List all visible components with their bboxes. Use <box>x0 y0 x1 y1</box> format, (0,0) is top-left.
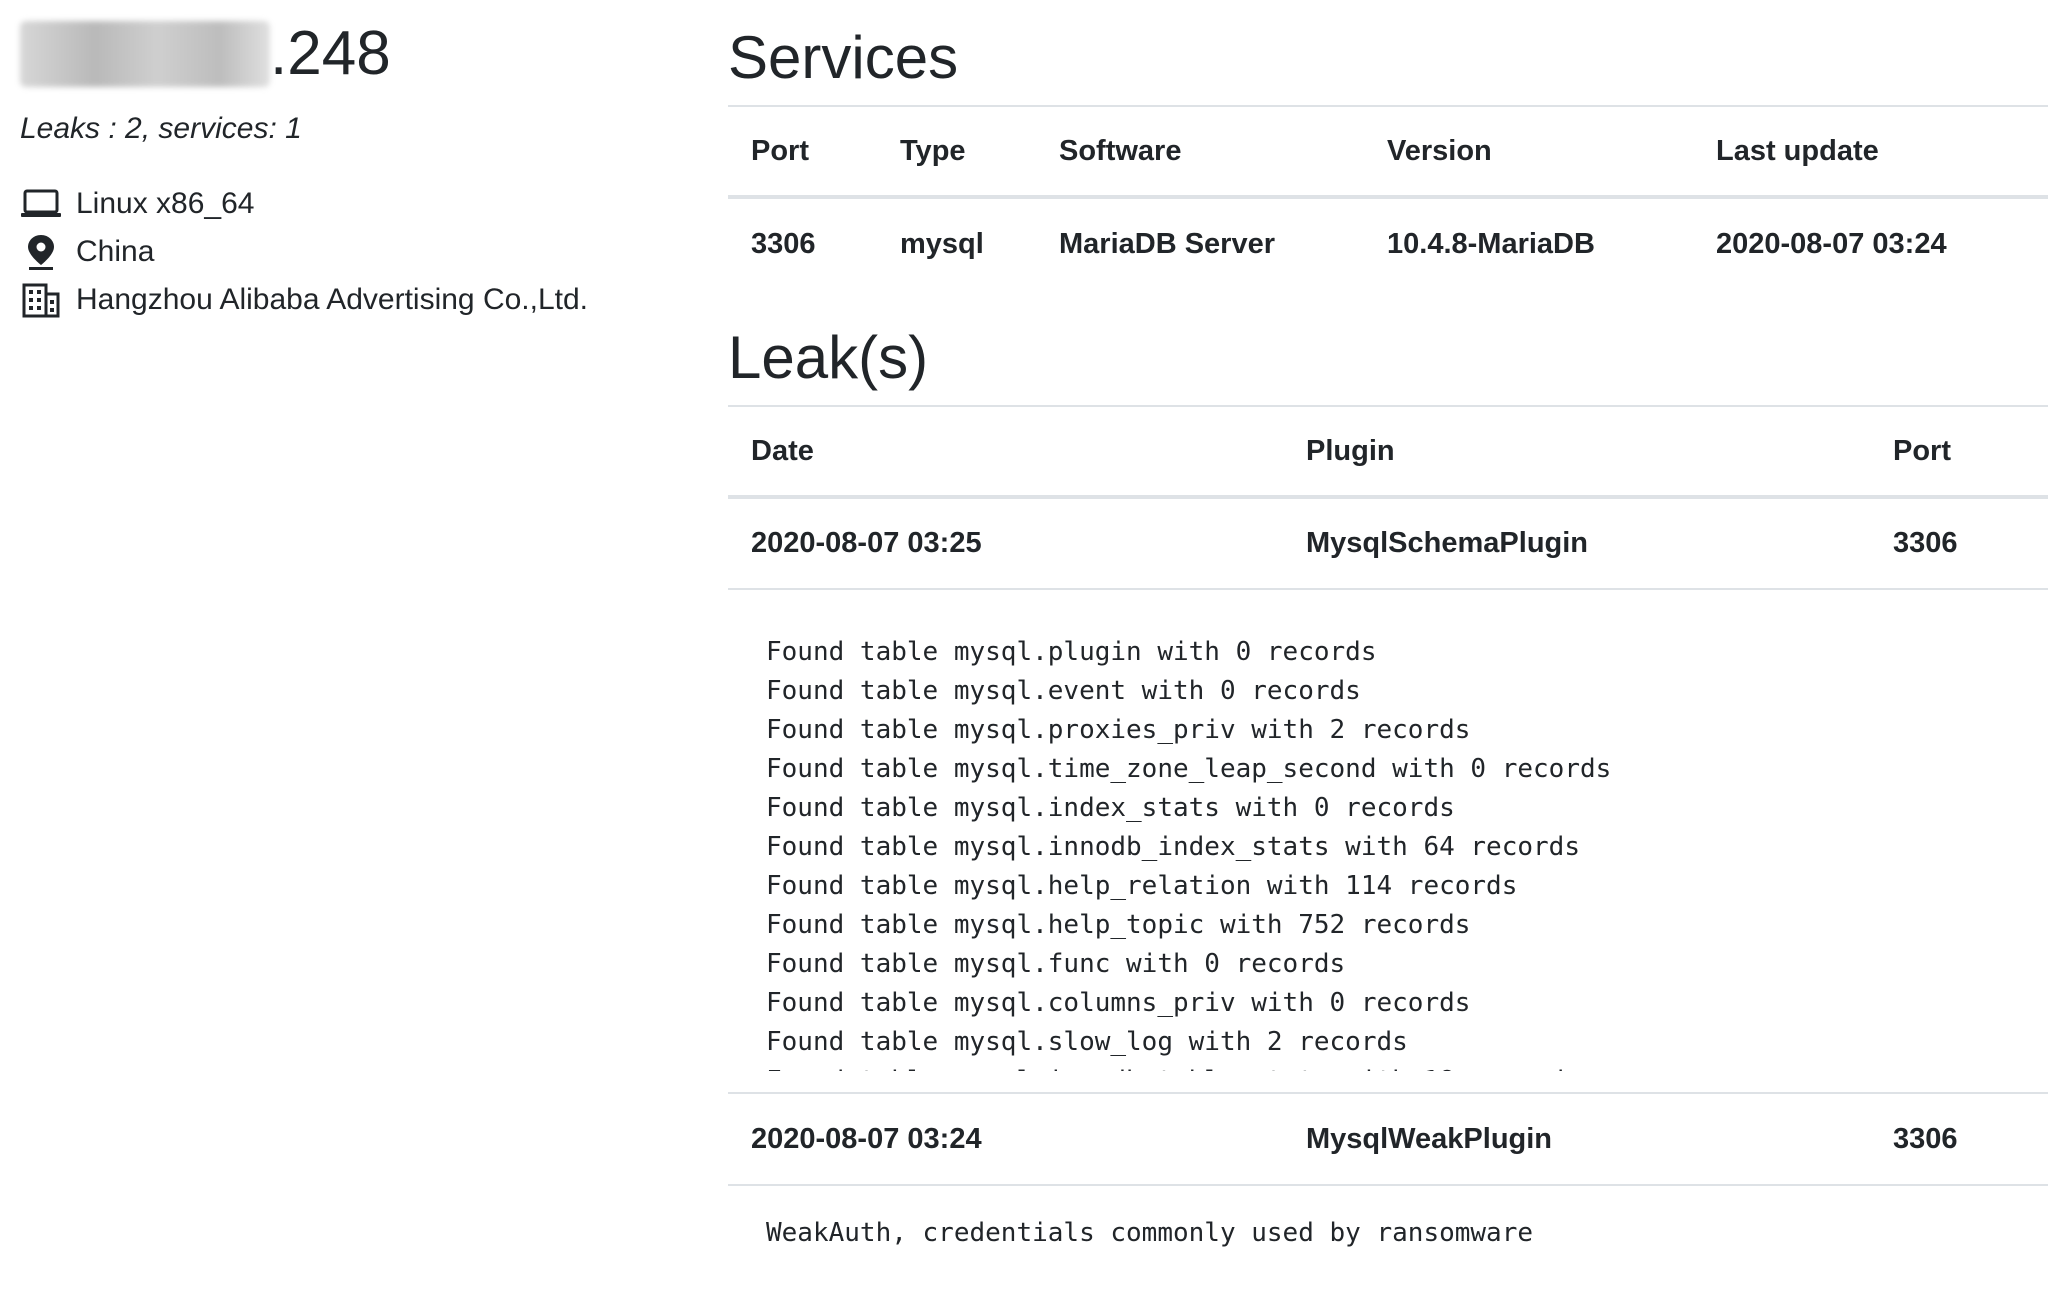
meta-organization-text: Hangzhou Alibaba Advertising Co.,Ltd. <box>76 283 589 316</box>
leak-plugin: MysqlSchemaPlugin <box>1306 527 1589 559</box>
leak-port: 3306 <box>1893 527 1958 559</box>
service-last-update: 2020-08-07 03:24 <box>1716 228 1947 260</box>
col-port: Port <box>751 134 809 167</box>
leaks-header-row: Date Plugin Port <box>728 406 2048 497</box>
col-software: Software <box>1059 134 1182 167</box>
table-row: 3306 mysql MariaDB Server 10.4.8-MariaDB… <box>728 197 2048 290</box>
leak-detail-row: WeakAuth, credentials commonly used by r… <box>728 1185 2048 1253</box>
host-ip-suffix: .248 <box>270 19 391 88</box>
col-version: Version <box>1387 134 1492 167</box>
col-leak-port: Port <box>1893 434 1951 467</box>
table-row: 2020-08-07 03:24 MysqlWeakPlugin 3306 <box>728 1093 2048 1185</box>
location-pin-icon <box>20 232 64 272</box>
leaks-title: Leak(s) <box>728 324 929 391</box>
meta-os-text: Linux x86_64 <box>76 187 255 220</box>
leaks-table: Date Plugin Port 2020-08-07 03:25 MysqlS… <box>728 405 2048 1253</box>
host-panel: .248 Leaks : 2, services: 1 Linux x86_64… <box>20 18 680 324</box>
redacted-ip-blur <box>20 21 270 87</box>
service-type: mysql <box>900 228 984 260</box>
col-type: Type <box>900 134 966 167</box>
meta-country: China <box>20 228 680 276</box>
meta-os: Linux x86_64 <box>20 180 680 228</box>
leak-detail-scroll[interactable]: Found table mysql.plugin with 0 records … <box>728 611 2048 1071</box>
meta-country-text: China <box>76 235 155 268</box>
service-port: 3306 <box>751 228 816 260</box>
services-header-row: Port Type Software Version Last update <box>728 106 2048 197</box>
col-date: Date <box>751 434 814 467</box>
col-last-update: Last update <box>1716 134 1879 167</box>
leak-service-summary: Leaks : 2, services: 1 <box>20 112 302 145</box>
building-icon <box>20 280 64 320</box>
leak-port: 3306 <box>1893 1122 1958 1155</box>
meta-organization: Hangzhou Alibaba Advertising Co.,Ltd. <box>20 276 680 324</box>
laptop-icon <box>20 184 64 224</box>
col-plugin: Plugin <box>1306 434 1395 467</box>
leak-plugin: MysqlWeakPlugin <box>1306 1122 1553 1155</box>
leak-detail-text: WeakAuth, credentials commonly used by r… <box>766 1218 1534 1248</box>
leak-detail-text: Found table mysql.plugin with 0 records … <box>766 637 1612 1071</box>
leak-detail-box: WeakAuth, credentials commonly used by r… <box>728 1186 2048 1253</box>
services-title: Services <box>728 24 959 91</box>
table-row: 2020-08-07 03:25 MysqlSchemaPlugin 3306 <box>728 497 2048 589</box>
host-meta-list: Linux x86_64 China Hangzhou Alibaba Adve… <box>20 180 680 324</box>
leak-date: 2020-08-07 03:25 <box>751 527 982 559</box>
leak-detail-row: Found table mysql.plugin with 0 records … <box>728 589 2048 1093</box>
services-table: Port Type Software Version Last update 3… <box>728 105 2048 290</box>
service-version: 10.4.8-MariaDB <box>1387 228 1595 260</box>
leak-date: 2020-08-07 03:24 <box>751 1122 982 1155</box>
host-address: .248 <box>20 18 680 90</box>
service-software: MariaDB Server <box>1059 228 1275 260</box>
